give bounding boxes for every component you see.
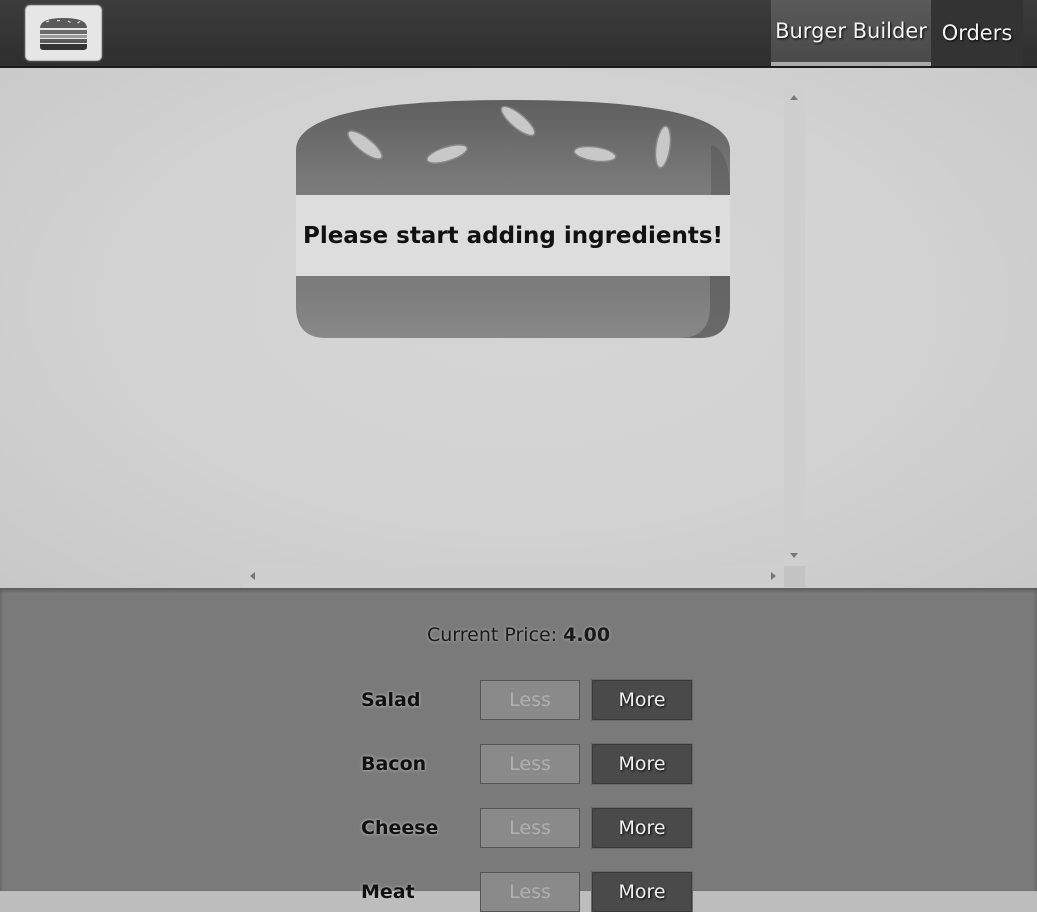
salad-less-button[interactable]: Less <box>480 680 580 720</box>
cheese-less-button[interactable]: Less <box>480 808 580 848</box>
salad-more-button[interactable]: More <box>592 680 692 720</box>
bacon-more-button[interactable]: More <box>592 744 692 784</box>
nav-orders[interactable]: Orders <box>931 0 1023 66</box>
control-row-meat: Meat Less More <box>361 872 693 912</box>
empty-burger-message: Please start adding ingredients! <box>296 195 730 276</box>
price-value: 4.00 <box>563 624 611 646</box>
burger: Please start adding ingredients! <box>242 88 784 566</box>
control-label: Cheese <box>361 817 439 839</box>
bacon-less-button[interactable]: Less <box>480 744 580 784</box>
burger-logo[interactable] <box>25 5 102 61</box>
scroll-up-icon[interactable] <box>790 95 798 100</box>
toolbar: Burger Builder Orders <box>0 0 1037 68</box>
burger-logo-icon <box>40 18 87 50</box>
control-row-salad: Salad Less More <box>361 680 693 720</box>
vertical-scrollbar[interactable] <box>784 88 805 566</box>
control-label: Meat <box>361 881 415 903</box>
control-label: Salad <box>361 689 421 711</box>
current-price: Current Price: 4.00 <box>0 624 1037 646</box>
build-controls: Current Price: 4.00 Salad Less More Baco… <box>0 588 1037 912</box>
control-row-cheese: Cheese Less More <box>361 808 693 848</box>
meat-less-button[interactable]: Less <box>480 872 580 912</box>
meat-more-button[interactable]: More <box>592 872 692 912</box>
bread-top <box>296 100 730 195</box>
control-label: Bacon <box>361 753 427 775</box>
price-label: Current Price: <box>426 624 558 646</box>
scroll-corner <box>784 566 805 587</box>
scroll-right-icon[interactable] <box>771 572 776 580</box>
horizontal-scrollbar[interactable] <box>242 566 784 587</box>
control-row-bacon: Bacon Less More <box>361 744 693 784</box>
cheese-more-button[interactable]: More <box>592 808 692 848</box>
scroll-down-icon[interactable] <box>790 553 798 558</box>
nav-burger-builder[interactable]: Burger Builder <box>771 0 931 66</box>
scroll-left-icon[interactable] <box>250 572 255 580</box>
bread-bottom <box>296 276 730 338</box>
burger-scroll-container[interactable]: Please start adding ingredients! <box>242 88 805 588</box>
